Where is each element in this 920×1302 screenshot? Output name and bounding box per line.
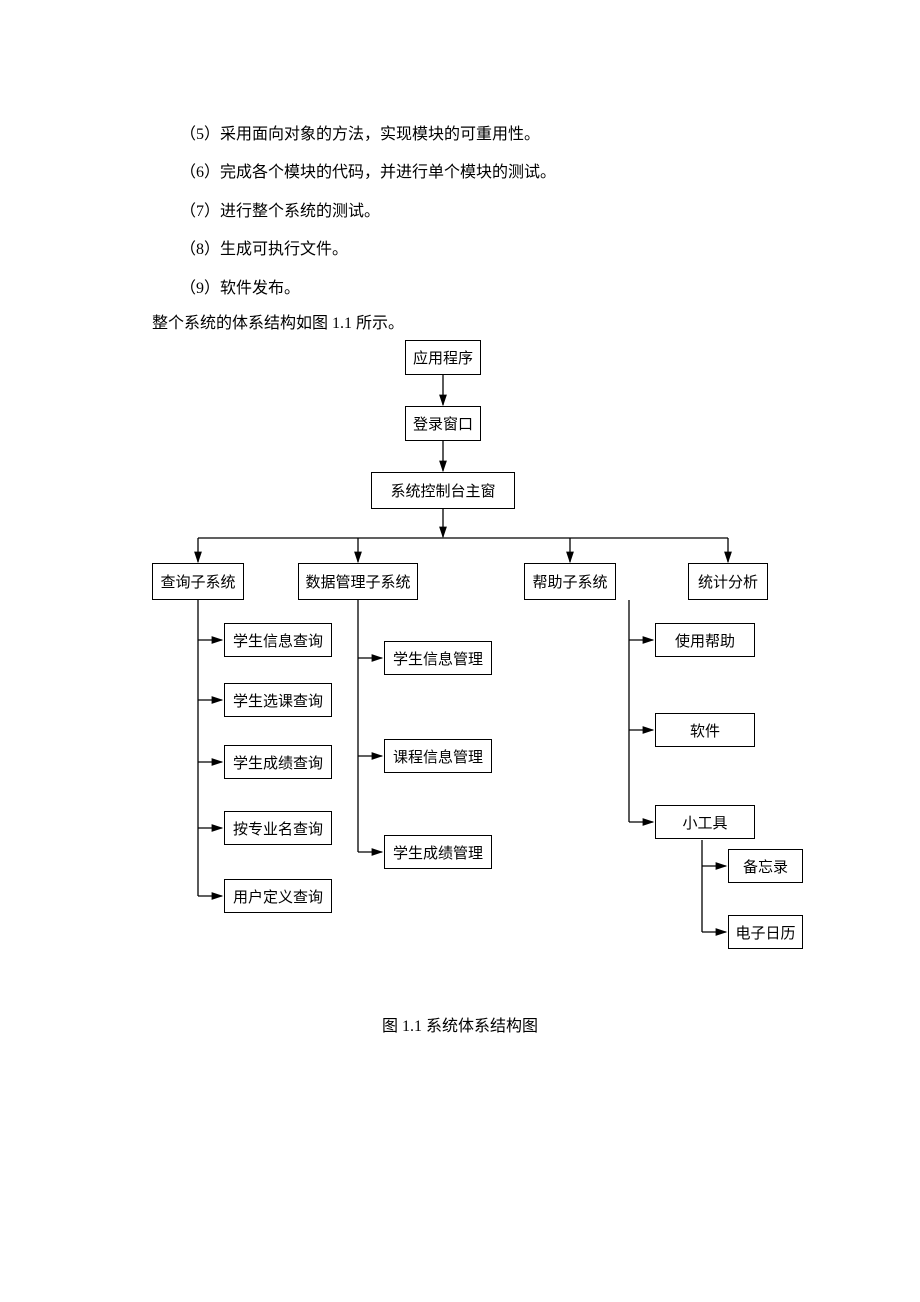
node-query: 查询子系统 xyxy=(152,563,244,600)
node-q1: 学生信息查询 xyxy=(224,623,332,657)
node-stats: 统计分析 xyxy=(688,563,768,600)
architecture-diagram: 应用程序 登录窗口 系统控制台主窗 查询子系统 数据管理子系统 帮助子系统 统计… xyxy=(0,332,920,962)
node-d1: 学生信息管理 xyxy=(384,641,492,675)
node-q5: 用户定义查询 xyxy=(224,879,332,913)
node-console: 系统控制台主窗 xyxy=(371,472,515,509)
node-d2: 课程信息管理 xyxy=(384,739,492,773)
step-5: （5）采用面向对象的方法，实现模块的可重用性。 xyxy=(180,116,556,154)
node-login: 登录窗口 xyxy=(405,406,481,441)
step-8: （8）生成可执行文件。 xyxy=(180,231,556,269)
node-help: 帮助子系统 xyxy=(524,563,616,600)
summary-text: 整个系统的体系结构如图 1.1 所示。 xyxy=(152,309,404,333)
node-h3: 小工具 xyxy=(655,805,755,839)
node-app: 应用程序 xyxy=(405,340,481,375)
node-datamgr: 数据管理子系统 xyxy=(298,563,418,600)
node-h3a: 备忘录 xyxy=(728,849,803,883)
step-7: （7）进行整个系统的测试。 xyxy=(180,193,556,231)
node-h2: 软件 xyxy=(655,713,755,747)
step-9: （9）软件发布。 xyxy=(180,270,556,308)
figure-caption: 图 1.1 系统体系结构图 xyxy=(0,1012,920,1036)
node-q4: 按专业名查询 xyxy=(224,811,332,845)
node-h1: 使用帮助 xyxy=(655,623,755,657)
node-q3: 学生成绩查询 xyxy=(224,745,332,779)
node-h3b: 电子日历 xyxy=(728,915,803,949)
step-6: （6）完成各个模块的代码，并进行单个模块的测试。 xyxy=(180,154,556,192)
node-d3: 学生成绩管理 xyxy=(384,835,492,869)
step-list: （5）采用面向对象的方法，实现模块的可重用性。 （6）完成各个模块的代码，并进行… xyxy=(180,116,556,308)
node-q2: 学生选课查询 xyxy=(224,683,332,717)
